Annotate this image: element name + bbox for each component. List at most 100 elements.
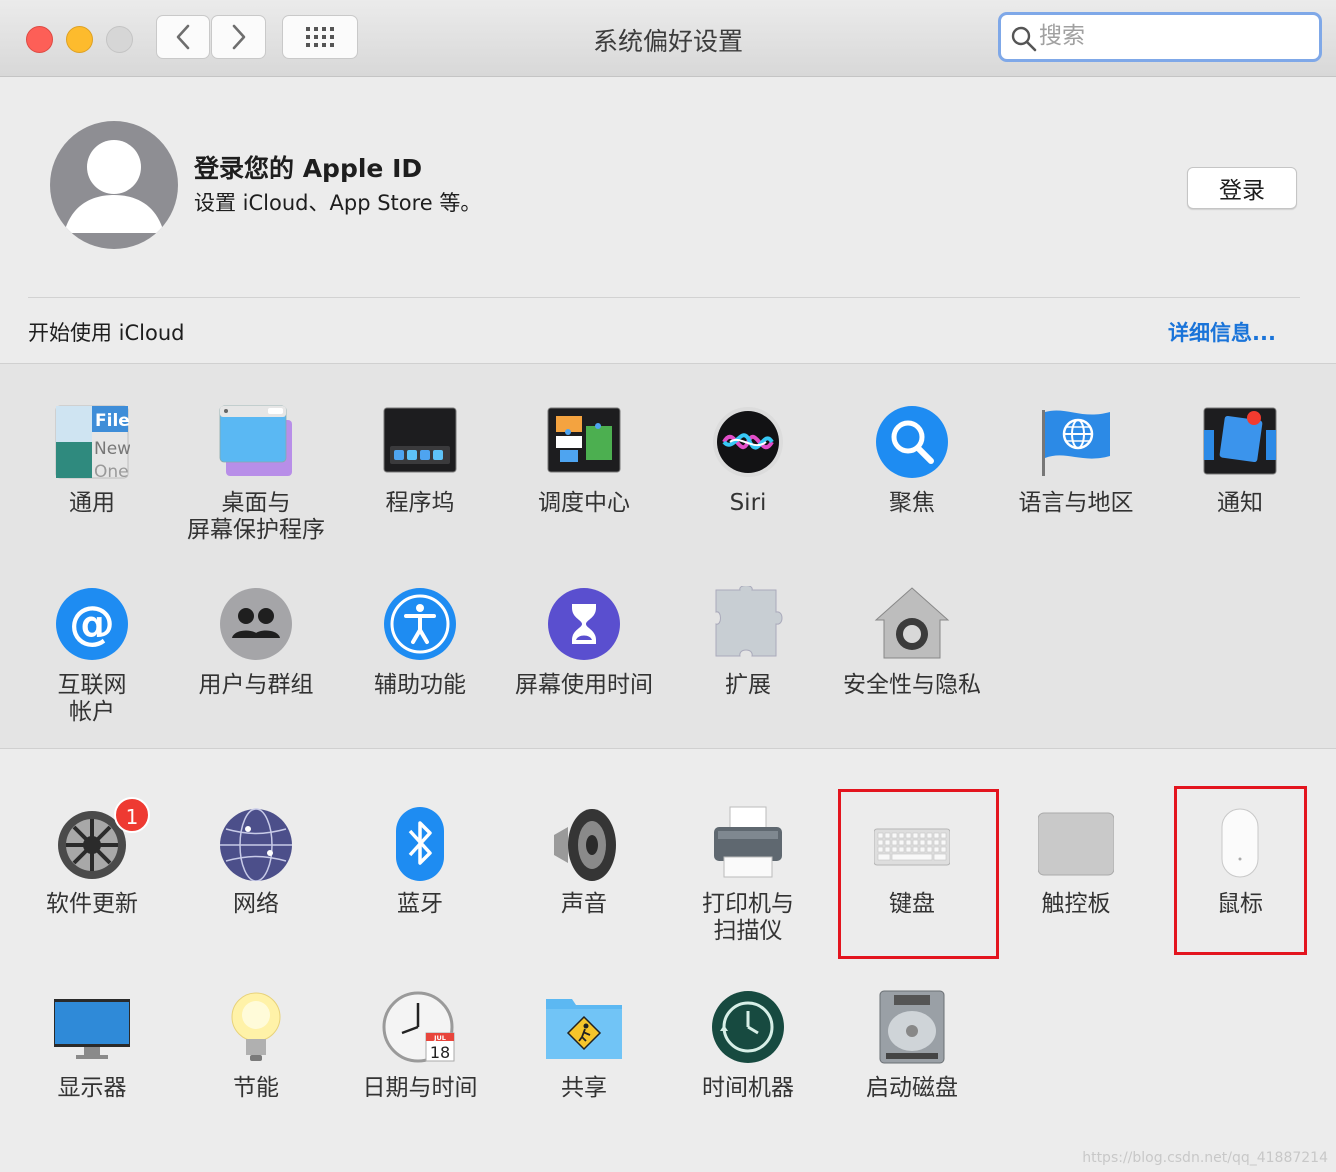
general-icon: File New One — [54, 404, 130, 480]
details-link[interactable]: 详细信息... — [1168, 317, 1276, 347]
pane-label: 程序坞 — [385, 490, 455, 516]
trackpad-icon — [1038, 805, 1114, 881]
icloud-prompt: 开始使用 iCloud — [28, 321, 185, 345]
title-bar: 系统偏好设置 — [0, 0, 1336, 77]
pane-siri[interactable]: Siri — [666, 404, 830, 554]
pane-label: 蓝牙 — [397, 891, 443, 917]
date-time-icon: JUL 18 — [382, 989, 458, 1065]
dock-icon — [382, 404, 458, 480]
mission-control-icon — [546, 404, 622, 480]
pane-general[interactable]: File New One 通用 — [10, 404, 174, 554]
pane-printers-scanners[interactable]: 打印机与 扫描仪 — [666, 805, 830, 955]
sound-icon — [546, 805, 622, 881]
bluetooth-icon — [382, 805, 458, 881]
pane-time-machine[interactable]: 时间机器 — [666, 989, 830, 1139]
pane-label: 辅助功能 — [374, 672, 466, 698]
calendar-month: JUL — [433, 1034, 446, 1042]
update-badge: 1 — [114, 797, 150, 833]
pane-label: 触控板 — [1041, 891, 1111, 917]
personal-preferences-section: File New One 通用 桌面与 屏幕保护程序 程序坞 调度中心 Siri… — [0, 363, 1336, 749]
pane-users-groups[interactable]: 用户与群组 — [174, 586, 338, 736]
pane-sound[interactable]: 声音 — [502, 805, 666, 955]
pane-label: 启动磁盘 — [866, 1075, 958, 1101]
hardware-preferences-section: 1 软件更新 网络 蓝牙 声音 打印机与 扫描仪 键盘 触控板 鼠标 显示器 节… — [0, 749, 1336, 1172]
pane-label: 用户与群组 — [198, 672, 314, 698]
pane-label: 语言与地区 — [1018, 490, 1134, 516]
desktop-screensaver-icon — [218, 404, 294, 480]
calendar-day: 18 — [430, 1043, 450, 1062]
pane-label: 打印机与 扫描仪 — [702, 891, 794, 944]
apple-id-title: 登录您的 Apple ID — [194, 154, 423, 183]
internet-accounts-icon: @ — [54, 586, 130, 662]
pane-extensions[interactable]: 扩展 — [666, 586, 830, 736]
pane-spotlight[interactable]: 聚焦 — [830, 404, 994, 554]
pane-desktop-screensaver[interactable]: 桌面与 屏幕保护程序 — [174, 404, 338, 554]
pane-language-region[interactable]: 语言与地区 — [994, 404, 1158, 554]
keyboard-highlight-box — [838, 789, 999, 959]
general-icon-text-3: One — [94, 462, 129, 480]
pane-accessibility[interactable]: 辅助功能 — [338, 586, 502, 736]
pane-label: 时间机器 — [702, 1075, 794, 1101]
login-button[interactable]: 登录 — [1187, 167, 1297, 209]
apple-id-subtitle: 设置 iCloud、App Store 等。 — [194, 191, 482, 215]
search-icon — [1011, 26, 1037, 52]
divider — [28, 297, 1300, 298]
pane-label: 软件更新 — [46, 891, 138, 917]
extensions-icon — [710, 586, 786, 662]
security-privacy-icon — [874, 586, 950, 662]
pane-label: 声音 — [561, 891, 607, 917]
sharing-icon — [546, 989, 622, 1065]
pane-energy-saver[interactable]: 节能 — [174, 989, 338, 1139]
pane-dock[interactable]: 程序坞 — [338, 404, 502, 554]
pane-bluetooth[interactable]: 蓝牙 — [338, 805, 502, 955]
pane-label: 网络 — [233, 891, 279, 917]
pane-label: 共享 — [561, 1075, 607, 1101]
spotlight-icon — [874, 404, 950, 480]
accessibility-icon — [382, 586, 458, 662]
pane-trackpad[interactable]: 触控板 — [994, 805, 1158, 955]
pane-label: 显示器 — [57, 1075, 127, 1101]
siri-icon — [710, 404, 786, 480]
time-machine-icon — [710, 989, 786, 1065]
pane-mission-control[interactable]: 调度中心 — [502, 404, 666, 554]
general-icon-text-1: File — [95, 411, 130, 431]
pane-label: 调度中心 — [538, 490, 630, 516]
pane-label: Siri — [729, 490, 767, 516]
pane-label: 安全性与隐私 — [843, 672, 981, 698]
pane-label: 通用 — [69, 490, 115, 516]
startup-disk-icon — [874, 989, 950, 1065]
pane-label: 节能 — [233, 1075, 279, 1101]
general-icon-text-2: New — [94, 439, 130, 459]
apple-id-section: 登录您的 Apple ID 设置 iCloud、App Store 等。 登录 … — [0, 77, 1336, 363]
pane-label: 互联网 帐户 — [57, 672, 127, 725]
search-input[interactable] — [1039, 21, 1309, 51]
pane-label: 桌面与 屏幕保护程序 — [187, 490, 325, 543]
pane-security-privacy[interactable]: 安全性与隐私 — [830, 586, 994, 736]
energy-saver-icon — [218, 989, 294, 1065]
pane-startup-disk[interactable]: 启动磁盘 — [830, 989, 994, 1139]
user-silhouette-icon — [64, 140, 164, 233]
pane-date-time[interactable]: JUL 18 日期与时间 — [338, 989, 502, 1139]
pane-sharing[interactable]: 共享 — [502, 989, 666, 1139]
pane-label: 聚焦 — [889, 490, 935, 516]
avatar — [50, 121, 178, 249]
svg-text:@: @ — [69, 596, 115, 650]
pane-software-update[interactable]: 1 软件更新 — [10, 797, 174, 955]
displays-icon — [54, 989, 130, 1065]
pane-notifications[interactable]: 通知 — [1158, 404, 1322, 554]
network-icon — [218, 805, 294, 881]
pane-label: 扩展 — [725, 672, 771, 698]
pane-label: 通知 — [1217, 490, 1263, 516]
watermark: https://blog.csdn.net/qq_41887214 — [1082, 1150, 1328, 1166]
pane-internet-accounts[interactable]: @ 互联网 帐户 — [10, 586, 174, 736]
pane-screen-time[interactable]: 屏幕使用时间 — [502, 586, 666, 736]
mouse-highlight-box — [1174, 786, 1307, 955]
printers-scanners-icon — [710, 805, 786, 881]
screen-time-icon — [546, 586, 622, 662]
pane-label: 屏幕使用时间 — [515, 672, 653, 698]
search-field[interactable] — [998, 12, 1322, 62]
pane-network[interactable]: 网络 — [174, 805, 338, 955]
users-groups-icon — [218, 586, 294, 662]
pane-displays[interactable]: 显示器 — [10, 989, 174, 1139]
notifications-icon — [1202, 404, 1278, 480]
